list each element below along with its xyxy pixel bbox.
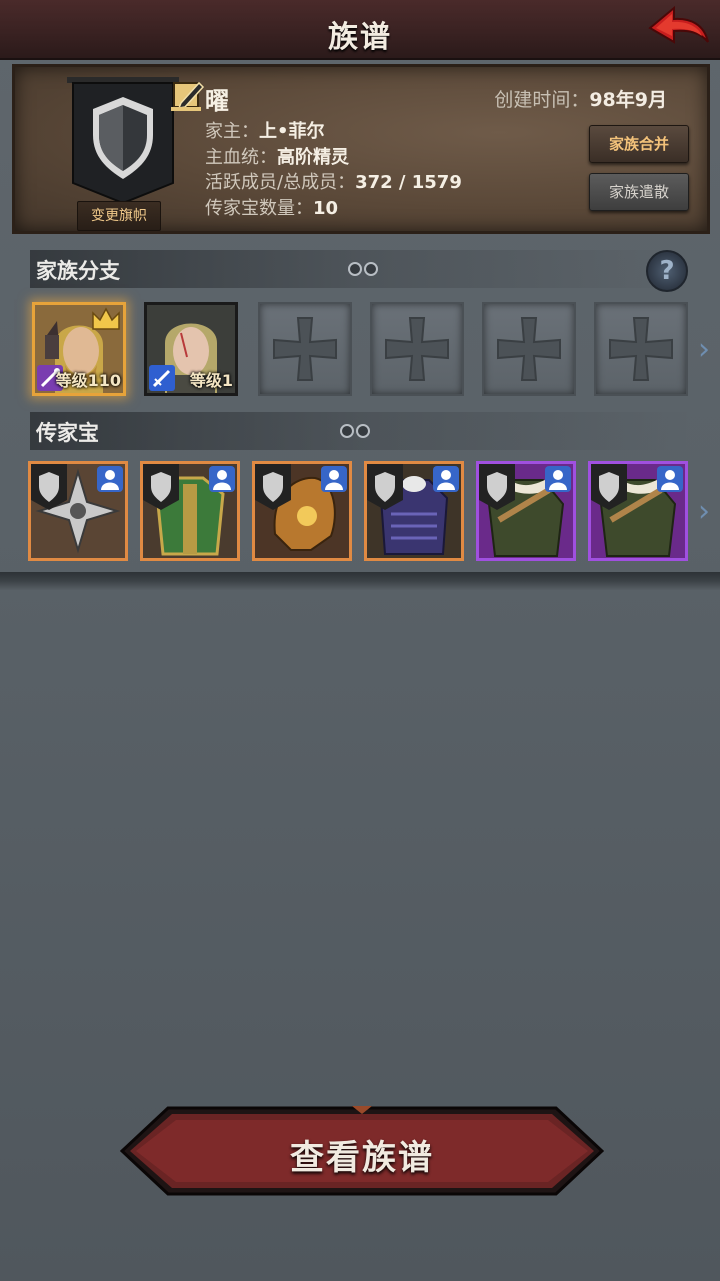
title-bar: 族谱	[0, 0, 720, 60]
view-family-tree-label: 查看族谱	[290, 1138, 434, 1178]
heirloom-item[interactable]	[364, 461, 464, 561]
heirlooms-next-arrow-icon[interactable]: ›	[698, 494, 716, 529]
heirloom-item[interactable]	[476, 461, 576, 561]
empty-branch-slot[interactable]	[370, 302, 464, 396]
members-value: 372 / 1579	[355, 172, 462, 193]
created-value: 98年9月	[589, 89, 667, 111]
heirloom-item[interactable]	[588, 461, 688, 561]
crown-icon	[92, 307, 120, 330]
person-icon	[97, 466, 123, 492]
cross-icon	[497, 317, 561, 381]
hero-level: 等级110	[55, 371, 121, 390]
heirloom-item[interactable]	[28, 461, 128, 561]
shield-icon	[479, 464, 515, 510]
heirlooms-pager	[340, 423, 384, 439]
disband-family-button[interactable]: 家族遣散	[589, 173, 689, 211]
person-icon	[209, 466, 235, 492]
shield-icon	[31, 464, 67, 510]
family-head-row: 家主：上•菲尔	[205, 121, 325, 142]
heirlooms-title: 传家宝	[36, 421, 99, 445]
cross-icon	[385, 317, 449, 381]
shield-icon	[143, 464, 179, 510]
edit-name-icon[interactable]	[171, 77, 207, 113]
bloodline-row: 主血统：高阶精灵	[205, 146, 349, 168]
branch-hero-slot[interactable]: 等级110	[32, 302, 126, 396]
section-divider	[0, 572, 720, 590]
members-row: 活跃成员/总成员：372 / 1579	[205, 172, 462, 193]
back-arrow-icon[interactable]	[646, 4, 712, 54]
empty-branch-slot[interactable]	[482, 302, 576, 396]
shield-icon	[255, 464, 291, 510]
heirloom-count-value: 10	[313, 197, 339, 219]
heirloom-count-row: 传家宝数量：10	[205, 197, 339, 219]
shield-icon	[367, 464, 403, 510]
family-name: 曜	[205, 87, 229, 115]
heirloom-item[interactable]	[140, 461, 240, 561]
page-title: 族谱	[328, 20, 392, 55]
shield-icon	[591, 464, 627, 510]
person-icon	[321, 466, 347, 492]
empty-branch-slot[interactable]	[594, 302, 688, 396]
person-icon	[545, 466, 571, 492]
family-stats: 家主：上•菲尔 主血统：高阶精灵 活跃成员/总成员：372 / 1579 传家宝…	[205, 119, 462, 221]
family-info-panel: 变更旗帜 曜 创建时间：98年9月 家主：上•菲尔 主血统：高阶精灵 活跃成员/…	[12, 64, 710, 234]
family-banner-icon[interactable]	[67, 75, 179, 203]
branches-pager	[348, 261, 392, 277]
branches-title: 家族分支	[36, 259, 120, 283]
hero-level: 等级1	[189, 371, 233, 390]
family-head-value: 上•菲尔	[259, 121, 325, 142]
heirloom-item[interactable]	[252, 461, 352, 561]
heirlooms-header: 传家宝	[30, 412, 690, 450]
cross-icon	[273, 317, 337, 381]
branch-hero-slot[interactable]: 等级1	[144, 302, 238, 396]
person-icon	[433, 466, 459, 492]
bloodline-value: 高阶精灵	[277, 146, 349, 168]
branches-next-arrow-icon[interactable]: ›	[698, 332, 716, 367]
change-flag-button[interactable]: 变更旗帜	[77, 201, 161, 231]
created-label: 创建时间：	[494, 89, 590, 111]
view-family-tree-button[interactable]: 查看族谱	[119, 1104, 605, 1198]
created-time: 创建时间：98年9月	[494, 85, 667, 112]
merge-family-button[interactable]: 家族合并	[589, 125, 689, 163]
sword-icon	[149, 365, 175, 391]
cross-icon	[609, 317, 673, 381]
branches-header: 家族分支	[30, 250, 690, 288]
help-icon[interactable]: ?	[646, 250, 688, 292]
person-icon	[657, 466, 683, 492]
empty-branch-slot[interactable]	[258, 302, 352, 396]
